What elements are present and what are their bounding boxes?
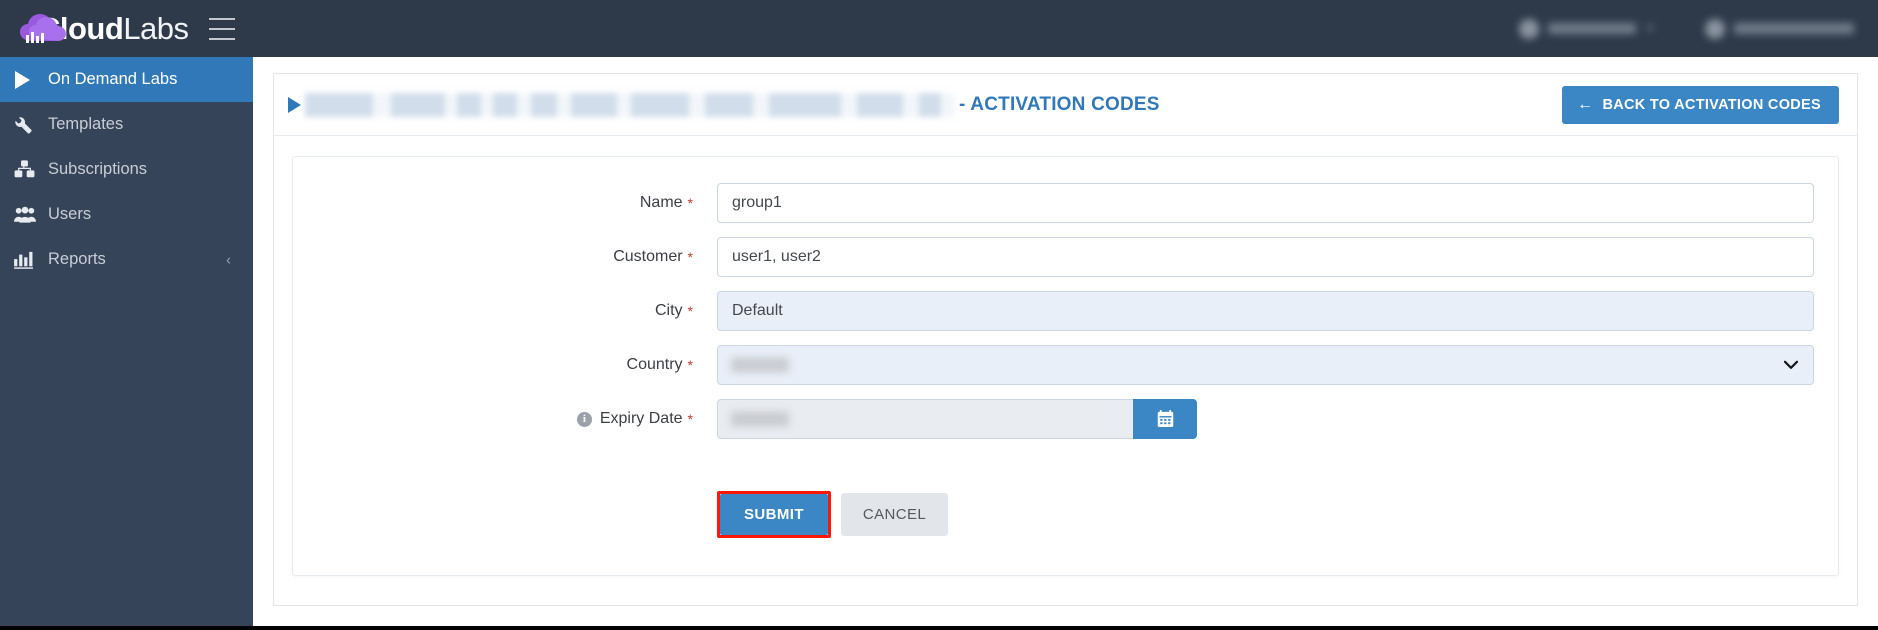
sidebar-item-label: On Demand Labs: [48, 70, 178, 88]
redacted-title-text: [305, 92, 955, 117]
form-actions: SUBMIT CANCEL: [317, 491, 1814, 538]
sidebar-item-reports[interactable]: Reports ‹: [0, 237, 253, 282]
bar-chart-icon: [14, 251, 48, 269]
city-input[interactable]: [717, 291, 1814, 331]
required-marker: *: [687, 411, 693, 427]
sidebar-item-label: Subscriptions: [48, 160, 148, 178]
submit-button[interactable]: SUBMIT: [720, 494, 828, 535]
wrench-icon: [14, 115, 48, 134]
name-label-text: Name: [639, 194, 683, 211]
top-bar: CloudLabs: [0, 0, 1878, 57]
form-row-customer: Customer *: [317, 237, 1814, 277]
panel-header: - ACTIVATION CODES ← BACK TO ACTIVATION …: [274, 74, 1857, 136]
triangle-right-icon: [288, 96, 301, 113]
calendar-icon[interactable]: [1133, 399, 1197, 439]
country-select-wrapper: [717, 345, 1814, 385]
cloudlabs-logo-icon: [18, 11, 72, 47]
activation-codes-panel: - ACTIVATION CODES ← BACK TO ACTIVATION …: [273, 73, 1858, 606]
brand-logo[interactable]: CloudLabs: [18, 0, 189, 57]
user-avatar-icon: [1519, 18, 1539, 39]
back-to-activation-codes-button[interactable]: ← BACK TO ACTIVATION CODES: [1562, 85, 1839, 124]
sidebar-item-label: Users: [48, 205, 92, 223]
city-label: City *: [317, 302, 717, 320]
sidebar-item-label: Reports: [48, 250, 106, 268]
sidebar-item-users[interactable]: Users: [0, 192, 253, 237]
sidebar-item-templates[interactable]: Templates: [0, 102, 253, 147]
country-label-text: Country: [626, 356, 683, 373]
form-row-name: Name *: [317, 183, 1814, 223]
form-row-city: City *: [317, 291, 1814, 331]
customer-label-text: Customer: [613, 248, 683, 265]
brand-title-light: Labs: [123, 11, 189, 46]
sidebar-item-subscriptions[interactable]: Subscriptions: [0, 147, 253, 192]
users-icon: [14, 206, 48, 224]
customer-label: Customer *: [317, 248, 717, 266]
customer-input[interactable]: [717, 237, 1814, 277]
topbar-item-2[interactable]: [1693, 13, 1866, 45]
play-triangle-icon: [14, 70, 48, 89]
expiry-date-redacted-value: [731, 411, 789, 427]
info-circle-icon[interactable]: i: [576, 411, 592, 427]
country-select[interactable]: [717, 345, 1814, 385]
user-avatar-icon: [1705, 18, 1725, 39]
content-area: - ACTIVATION CODES ← BACK TO ACTIVATION …: [253, 57, 1878, 626]
sidebar-item-label: Templates: [48, 115, 124, 133]
name-input[interactable]: [717, 183, 1814, 223]
form-row-country: Country *: [317, 345, 1814, 385]
expiry-date-group: [717, 399, 1197, 439]
topbar-right-group: [1507, 0, 1866, 57]
topbar-item-2-label: [1734, 23, 1854, 34]
activation-code-form: Name * Customer * City: [292, 156, 1839, 576]
topbar-item-1[interactable]: [1507, 13, 1667, 45]
chevron-left-icon[interactable]: ‹: [226, 251, 231, 268]
hamburger-icon[interactable]: [208, 17, 235, 40]
expiry-date-label: i Expiry Date *: [317, 410, 717, 428]
boxes-icon: [14, 160, 48, 179]
chevron-down-icon: [1645, 26, 1655, 31]
name-label: Name *: [317, 194, 717, 212]
sidebar-item-on-demand-labs[interactable]: On Demand Labs: [0, 57, 268, 102]
back-button-label: BACK TO ACTIVATION CODES: [1602, 96, 1821, 113]
topbar-item-1-label: [1548, 23, 1636, 34]
submit-highlight-box: SUBMIT: [717, 491, 831, 538]
country-redacted-value: [731, 357, 789, 373]
required-marker: *: [687, 195, 693, 211]
country-label: Country *: [317, 356, 717, 374]
sidebar: On Demand Labs Templates Subscriptions U…: [0, 57, 268, 626]
form-row-expiry-date: i Expiry Date *: [317, 399, 1814, 439]
required-marker: *: [687, 249, 693, 265]
arrow-left-icon: ←: [1577, 95, 1594, 113]
required-marker: *: [687, 303, 693, 319]
app-window: CloudLabs On Demand Labs Templates Subsc…: [0, 0, 1878, 630]
expiry-date-field: [717, 399, 1133, 439]
page-title: - ACTIVATION CODES: [959, 93, 1160, 115]
expiry-date-label-text: Expiry Date: [599, 410, 683, 427]
cancel-button[interactable]: CANCEL: [840, 493, 949, 536]
required-marker: *: [687, 357, 693, 373]
city-label-text: City: [654, 302, 683, 319]
